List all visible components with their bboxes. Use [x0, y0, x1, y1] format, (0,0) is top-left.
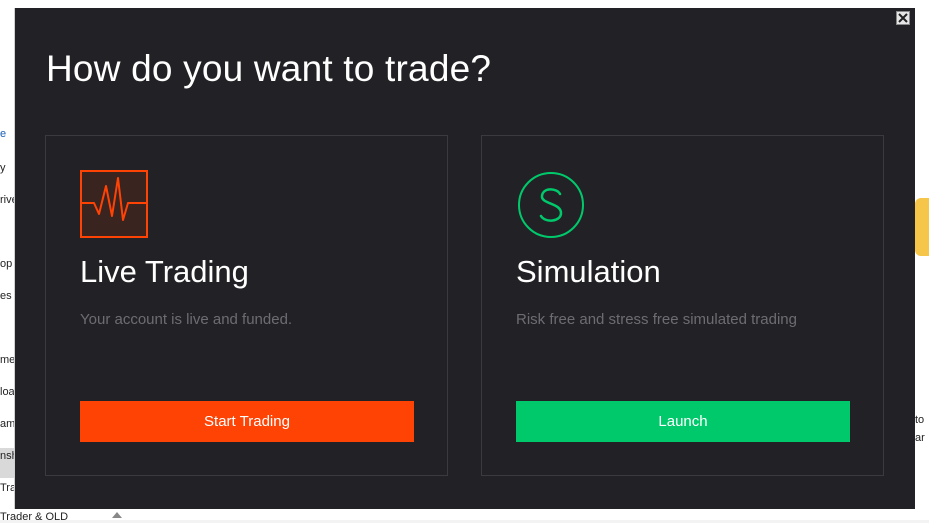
- heartbeat-monitor-icon: [80, 170, 148, 238]
- background-right-panel: to ar: [915, 8, 929, 520]
- trade-mode-dialog: How do you want to trade? Live Trading Y…: [15, 8, 915, 509]
- background-right-text: to: [915, 414, 925, 426]
- dialog-title: How do you want to trade?: [46, 48, 492, 89]
- background-left-text: nsh: [0, 450, 14, 462]
- background-left-text: op: [0, 258, 13, 270]
- simulation-description: Risk free and stress free simulated trad…: [516, 311, 797, 328]
- simulation-title: Simulation: [516, 254, 661, 289]
- start-trading-button[interactable]: Start Trading: [80, 401, 414, 442]
- live-trading-title: Live Trading: [80, 254, 249, 289]
- close-button[interactable]: [896, 11, 910, 25]
- background-right-text: ar: [915, 432, 925, 444]
- background-left-text: rive: [0, 194, 14, 206]
- background-left-text: e: [0, 128, 7, 140]
- background-left-text: es: [0, 290, 12, 302]
- background-left-panel: e y rive op es me loa am nsh Trac: [0, 8, 15, 520]
- background-left-text: am: [0, 418, 14, 430]
- launch-button[interactable]: Launch: [516, 401, 850, 442]
- background-left-text: loa: [0, 386, 14, 398]
- background-yellow-button: [915, 198, 929, 256]
- simulation-card[interactable]: Simulation Risk free and stress free sim…: [481, 135, 884, 476]
- background-left-text: y: [0, 162, 6, 174]
- close-x-icon: [898, 13, 908, 23]
- background-left-text: me: [0, 354, 14, 366]
- s-circle-icon: [518, 172, 584, 238]
- background-left-text: Trac: [0, 482, 14, 494]
- scroll-up-arrow-icon: [112, 512, 122, 518]
- background-bottom-text: Trader & OLD: [0, 511, 69, 523]
- live-trading-card[interactable]: Live Trading Your account is live and fu…: [45, 135, 448, 476]
- live-trading-description: Your account is live and funded.: [80, 311, 293, 328]
- background-bottom-strip: Trader & OLD: [0, 509, 929, 523]
